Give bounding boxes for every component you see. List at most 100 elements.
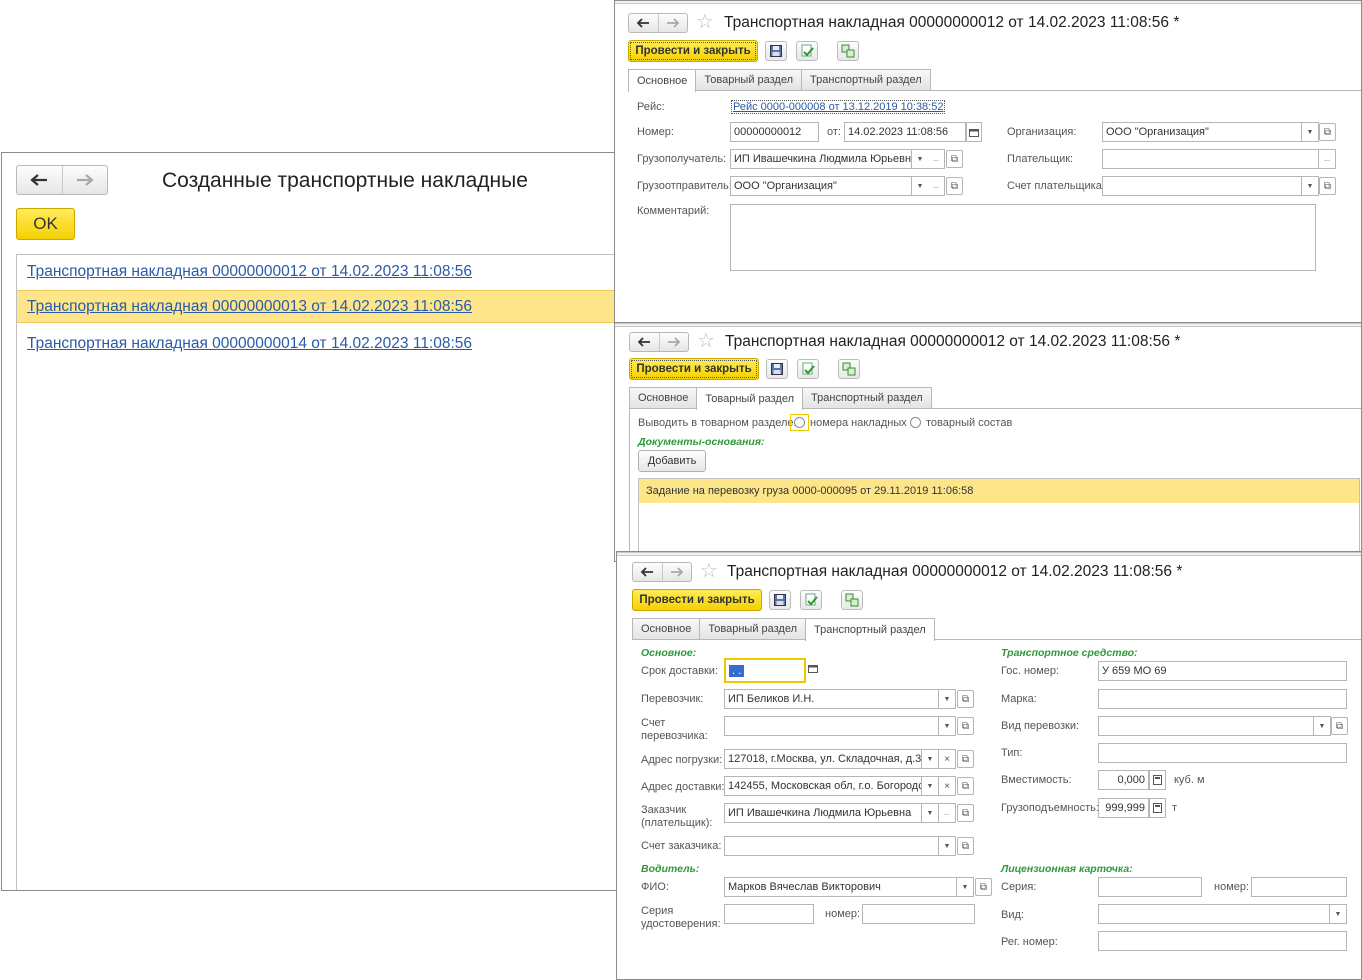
post-button[interactable] — [796, 41, 818, 61]
delivery-address-open-button[interactable]: ⧉ — [957, 777, 974, 795]
consignee-dropdown[interactable]: ▼ — [912, 149, 929, 169]
customer-select-button[interactable]: ... — [939, 803, 956, 823]
radio-goods-composition[interactable] — [910, 417, 921, 428]
favorite-star-icon[interactable]: ☆ — [696, 12, 714, 32]
transport-type-open-button[interactable]: ⧉ — [1331, 717, 1348, 735]
post-button[interactable] — [800, 590, 822, 610]
tab-goods[interactable]: Товарный раздел — [695, 69, 803, 90]
list-item[interactable]: Транспортная накладная 00000000014 от 14… — [27, 335, 472, 353]
carrier-account-open-button[interactable]: ⧉ — [957, 717, 974, 735]
list-item-label[interactable]: Транспортная накладная 00000000013 от 14… — [27, 298, 472, 316]
payer-account-field[interactable] — [1102, 176, 1302, 196]
ok-button[interactable]: OK — [16, 208, 75, 240]
back-button[interactable] — [17, 166, 62, 194]
related-documents-button[interactable] — [838, 359, 860, 379]
license-series-field[interactable] — [724, 904, 814, 924]
load-address-open-button[interactable]: ⧉ — [957, 750, 974, 768]
post-and-close-button[interactable]: Провести и закрыть — [629, 358, 759, 380]
carrier-open-button[interactable]: ⧉ — [957, 690, 974, 708]
related-documents-button[interactable] — [837, 41, 859, 61]
load-address-dropdown[interactable]: ▼ — [922, 749, 939, 769]
payer-account-dropdown[interactable]: ▼ — [1302, 176, 1319, 196]
customer-account-dropdown[interactable]: ▼ — [939, 836, 956, 856]
license-number-field[interactable] — [862, 904, 975, 924]
back-button[interactable] — [630, 333, 659, 351]
driver-fio-dropdown[interactable]: ▼ — [957, 877, 974, 897]
shipper-field[interactable]: ООО "Организация" — [730, 176, 912, 196]
tab-transport[interactable]: Транспортный раздел — [805, 618, 935, 641]
delivery-address-field[interactable]: 142455, Московская обл, г.о. Богородс — [724, 776, 922, 796]
carrier-dropdown[interactable]: ▼ — [939, 689, 956, 709]
save-button[interactable] — [765, 41, 787, 61]
organization-dropdown[interactable]: ▼ — [1302, 122, 1319, 142]
comment-textarea[interactable] — [730, 204, 1316, 271]
carrier-field[interactable]: ИП Беликов И.Н. — [724, 689, 939, 709]
calendar-icon[interactable] — [808, 664, 818, 676]
organization-open-button[interactable]: ⧉ — [1319, 123, 1336, 141]
post-button[interactable] — [797, 359, 819, 379]
driver-fio-field[interactable]: Марков Вячеслав Викторович — [724, 877, 957, 897]
carrier-account-field[interactable] — [724, 716, 939, 736]
transport-type-dropdown[interactable]: ▼ — [1314, 716, 1331, 736]
shipper-select-button[interactable]: ... — [928, 176, 945, 196]
shipper-dropdown[interactable]: ▼ — [912, 176, 929, 196]
driver-fio-open-button[interactable]: ⧉ — [975, 878, 992, 896]
consignee-field[interactable]: ИП Ивашечкина Людмила Юрьевна — [730, 149, 912, 169]
radio-invoice-numbers[interactable] — [794, 417, 805, 428]
tab-main[interactable]: Основное — [632, 618, 701, 639]
license-card-number-field[interactable] — [1251, 877, 1347, 897]
customer-account-field[interactable] — [724, 836, 939, 856]
favorite-star-icon[interactable]: ☆ — [697, 331, 715, 351]
type-field[interactable] — [1098, 743, 1347, 763]
number-field[interactable]: 00000000012 — [730, 122, 819, 142]
tab-transport[interactable]: Транспортный раздел — [802, 387, 932, 408]
organization-field[interactable]: ООО "Организация" — [1102, 122, 1302, 142]
radio-goods-composition-label[interactable]: товарный состав — [926, 417, 1012, 430]
delivery-address-dropdown[interactable]: ▼ — [922, 776, 939, 796]
load-capacity-field[interactable]: 999,999 — [1098, 798, 1149, 818]
forward-button[interactable] — [61, 166, 108, 194]
related-documents-button[interactable] — [841, 590, 863, 610]
reg-number-field[interactable] — [1098, 931, 1347, 951]
list-item-selected[interactable]: Транспортная накладная 00000000013 от 14… — [17, 290, 620, 323]
post-and-close-button[interactable]: Провести и закрыть — [628, 40, 758, 62]
tab-transport[interactable]: Транспортный раздел — [801, 69, 931, 90]
customer-account-open-button[interactable]: ⧉ — [957, 837, 974, 855]
capacity-field[interactable]: 0,000 — [1098, 770, 1149, 790]
save-button[interactable] — [769, 590, 791, 610]
consignee-open-button[interactable]: ⧉ — [946, 150, 963, 168]
table-row[interactable]: Задание на перевозку груза 0000-000095 о… — [639, 479, 1359, 503]
post-and-close-button[interactable]: Провести и закрыть — [632, 589, 762, 611]
transport-type-field[interactable] — [1098, 716, 1314, 736]
carrier-account-dropdown[interactable]: ▼ — [939, 716, 956, 736]
tab-main[interactable]: Основное — [629, 387, 698, 408]
tab-goods[interactable]: Товарный раздел — [699, 618, 807, 639]
delivery-address-clear-button[interactable]: × — [939, 776, 956, 796]
back-button[interactable] — [633, 563, 662, 581]
forward-button[interactable] — [657, 14, 688, 32]
tab-goods[interactable]: Товарный раздел — [696, 387, 804, 410]
shipper-open-button[interactable]: ⧉ — [946, 177, 963, 195]
calendar-button[interactable] — [966, 122, 982, 142]
list-item[interactable]: Транспортная накладная 00000000012 от 14… — [27, 263, 472, 281]
back-button[interactable] — [629, 14, 658, 32]
load-address-field[interactable]: 127018, г.Москва, ул. Складочная, д.3, — [724, 749, 922, 769]
customer-open-button[interactable]: ⧉ — [957, 804, 974, 822]
trip-link[interactable]: Рейс 0000-000008 от 13.12.2019 10:38:52 — [731, 100, 946, 114]
tab-main[interactable]: Основное — [628, 69, 697, 92]
favorite-star-icon[interactable]: ☆ — [700, 561, 718, 581]
save-button[interactable] — [766, 359, 788, 379]
license-card-series-field[interactable] — [1098, 877, 1202, 897]
capacity-calculator-button[interactable] — [1149, 770, 1166, 790]
load-capacity-calculator-button[interactable] — [1149, 798, 1166, 818]
add-button[interactable]: Добавить — [638, 450, 706, 472]
plate-number-field[interactable]: У 659 МО 69 — [1098, 661, 1347, 681]
customer-dropdown[interactable]: ▼ — [922, 803, 939, 823]
radio-invoice-numbers-label[interactable]: номера накладных — [810, 417, 907, 430]
brand-field[interactable] — [1098, 689, 1347, 709]
customer-field[interactable]: ИП Ивашечкина Людмила Юрьевна — [724, 803, 922, 823]
license-card-kind-field[interactable] — [1098, 904, 1330, 924]
delivery-term-field[interactable]: . . — [724, 658, 806, 683]
forward-button[interactable] — [658, 333, 689, 351]
forward-button[interactable] — [661, 563, 692, 581]
